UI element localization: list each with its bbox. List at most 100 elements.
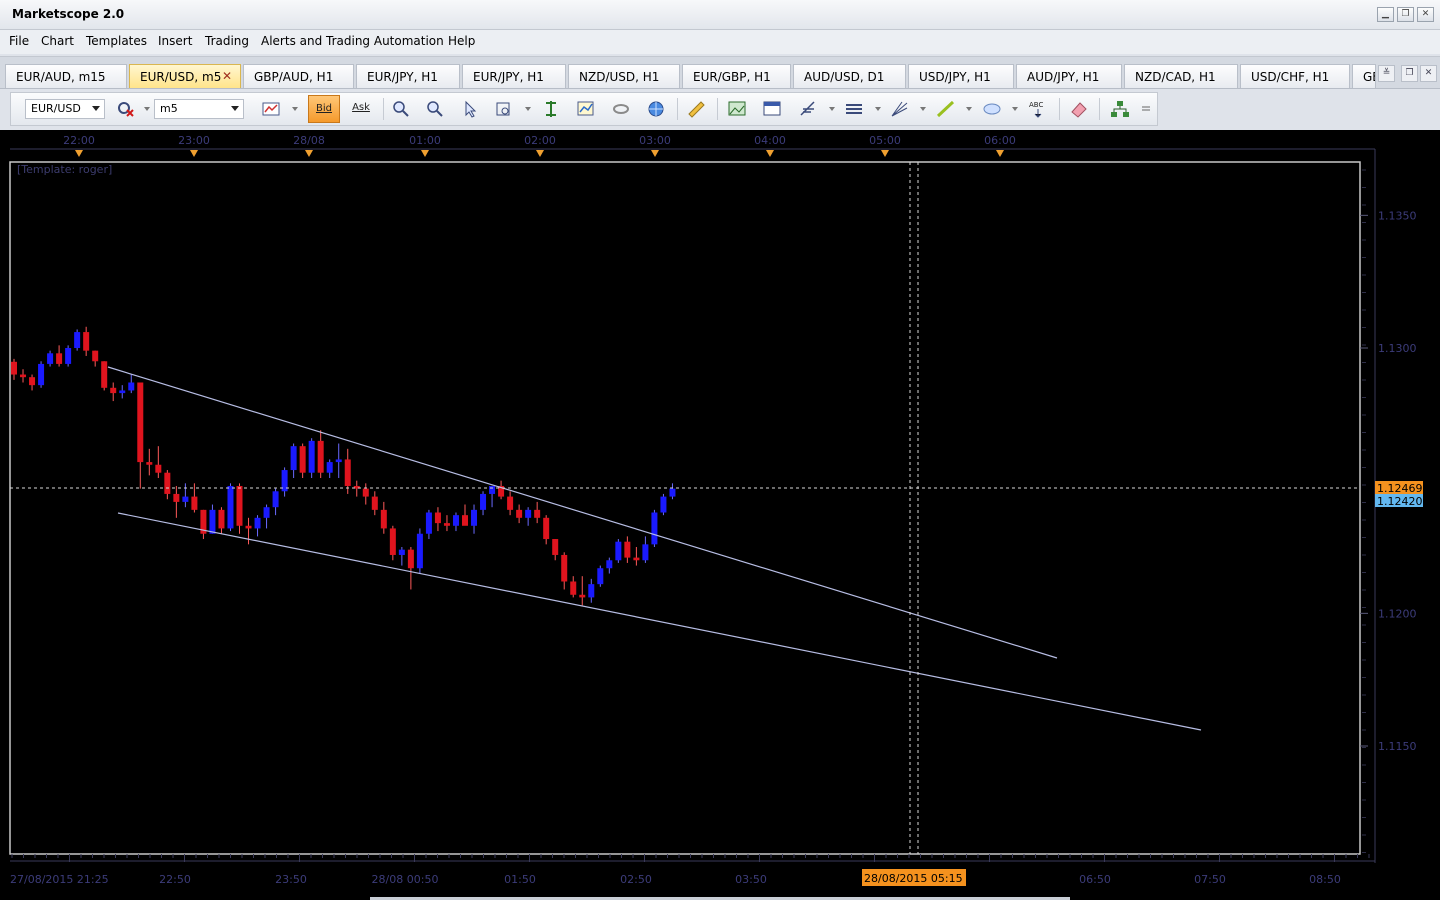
toolbar-overflow-icon[interactable]	[1139, 98, 1153, 120]
dropdown-arrow-icon[interactable]	[144, 107, 150, 111]
candle-body	[507, 496, 514, 510]
candle-body	[92, 350, 99, 362]
indicator-icon[interactable]	[539, 98, 563, 120]
dropdown-arrow-icon[interactable]	[525, 107, 531, 111]
menu-help[interactable]: Help	[448, 34, 475, 48]
session-marker-icon	[766, 150, 774, 157]
zoom-out-icon[interactable]	[423, 98, 447, 120]
candle-body	[128, 382, 135, 391]
globe-icon[interactable]	[644, 98, 668, 120]
horizontal-lines-icon[interactable]	[843, 98, 867, 120]
candle-body	[308, 440, 315, 473]
session-marker-icon	[421, 150, 429, 157]
menu-insert[interactable]: Insert	[158, 34, 192, 48]
chart-tab-bar: EUR/AUD, m15 EUR/USD, m5 ✕ GBP/AUD, H1 EU…	[0, 56, 1440, 89]
tab-nzd-usd-h1[interactable]: NZD/USD, H1	[568, 64, 680, 88]
tab-nzd-cad-h1[interactable]: NZD/CAD, H1	[1124, 64, 1238, 88]
candle-body	[164, 472, 171, 494]
bid-button[interactable]: Bid	[308, 95, 340, 123]
tab-eur-usd-m5[interactable]: EUR/USD, m5 ✕	[129, 64, 241, 88]
window-icon[interactable]	[761, 98, 785, 120]
ask-button[interactable]: Ask	[346, 95, 376, 123]
instrument-remove-icon[interactable]	[115, 98, 139, 120]
app-title: Marketscope 2.0	[12, 7, 125, 21]
candle-body	[371, 496, 378, 510]
dropdown-arrow-icon[interactable]	[1012, 107, 1018, 111]
top-axis-label: 04:00	[754, 134, 786, 147]
fibonacci-icon[interactable]	[797, 98, 821, 120]
menu-chart[interactable]: Chart	[41, 34, 74, 48]
text-label-icon[interactable]: ABC	[1026, 98, 1050, 120]
add-indicator-icon[interactable]	[574, 98, 598, 120]
cursor-icon[interactable]	[458, 98, 482, 120]
candle-body	[561, 554, 568, 582]
gann-fan-icon[interactable]	[888, 98, 912, 120]
candle-body	[669, 488, 676, 497]
link-icon[interactable]	[609, 98, 633, 120]
candle-body	[74, 332, 81, 348]
bottom-axis-label: 03:50	[735, 873, 767, 886]
candle-body	[579, 594, 586, 598]
eraser-icon[interactable]	[1067, 98, 1091, 120]
candle-body	[101, 361, 108, 388]
dropdown-arrow-icon[interactable]	[875, 107, 881, 111]
candle-body	[182, 496, 189, 502]
tab-list-icon[interactable]: ≚	[1378, 65, 1395, 82]
ellipse-icon[interactable]	[980, 98, 1004, 120]
candle-body	[362, 488, 369, 497]
candle-body	[425, 512, 432, 534]
candle-body	[642, 544, 649, 561]
zoom-area-icon[interactable]	[493, 98, 517, 120]
bottom-axis-label: 06:50	[1079, 873, 1111, 886]
candle-body	[543, 517, 550, 540]
tab-gbp-aud-h1[interactable]: GBP/AUD, H1	[243, 64, 354, 88]
close-tab-icon[interactable]: ✕	[222, 69, 232, 83]
panel-restore-icon[interactable]: ❐	[1401, 65, 1418, 82]
tab-eur-aud-m15[interactable]: EUR/AUD, m15	[5, 64, 127, 88]
candle-body	[398, 549, 405, 555]
crosshair-time-label: 28/08/2015 05:15	[864, 872, 963, 885]
hierarchy-icon[interactable]	[1108, 98, 1132, 120]
menu-file[interactable]: File	[9, 34, 29, 48]
chart-type-icon[interactable]	[260, 98, 284, 120]
tab-usd-chf-h1[interactable]: USD/CHF, H1	[1240, 64, 1350, 88]
dropdown-arrow-icon[interactable]	[966, 107, 972, 111]
tab-aud-usd-d1[interactable]: AUD/USD, D1	[793, 64, 906, 88]
menu-alerts[interactable]: Alerts and Trading Automation	[261, 34, 444, 48]
candle-body	[20, 374, 27, 378]
price-chart[interactable]: 22:00 23:00 28/08 01:00 02:00 03:00 04:00 05:00…	[0, 130, 1440, 900]
panel-close-icon[interactable]: ✕	[1420, 65, 1437, 82]
timeframe-select[interactable]: m5	[154, 99, 244, 119]
zoom-in-icon[interactable]	[389, 98, 413, 120]
tab-overflow[interactable]: GE	[1352, 64, 1376, 88]
tab-aud-jpy-h1[interactable]: AUD/JPY, H1	[1016, 64, 1122, 88]
close-icon[interactable]: ✕	[1417, 7, 1434, 22]
candle-body	[380, 509, 387, 529]
candle-body	[624, 541, 631, 558]
tab-eur-jpy-h1-2[interactable]: EUR/JPY, H1	[462, 64, 566, 88]
candle-body	[191, 496, 198, 510]
candle-body	[11, 361, 17, 375]
symbol-select[interactable]: EUR/USD	[25, 99, 105, 119]
tab-eur-gbp-h1[interactable]: EUR/GBP, H1	[682, 64, 791, 88]
dropdown-arrow-icon[interactable]	[829, 107, 835, 111]
ruler-icon[interactable]	[685, 98, 709, 120]
trendline-icon[interactable]	[934, 98, 958, 120]
minimize-icon[interactable]: ▁	[1377, 7, 1394, 22]
menu-trading[interactable]: Trading	[205, 34, 249, 48]
tab-usd-jpy-h1[interactable]: USD/JPY, H1	[908, 64, 1014, 88]
image-icon[interactable]	[726, 98, 750, 120]
candle-body	[326, 462, 333, 473]
candle-body	[317, 440, 324, 473]
candle-body	[299, 446, 306, 473]
dropdown-arrow-icon[interactable]	[292, 107, 298, 111]
candle-body	[38, 363, 45, 386]
menu-templates[interactable]: Templates	[86, 34, 147, 48]
candle-body	[407, 549, 414, 569]
tab-eur-jpy-h1[interactable]: EUR/JPY, H1	[356, 64, 460, 88]
chart-canvas[interactable]: 22:00 23:00 28/08 01:00 02:00 03:00 04:00 05:00…	[0, 130, 1440, 900]
dropdown-arrow-icon[interactable]	[920, 107, 926, 111]
candle-body	[146, 462, 153, 465]
restore-icon[interactable]: ❐	[1397, 7, 1414, 22]
candle-body	[218, 509, 225, 529]
